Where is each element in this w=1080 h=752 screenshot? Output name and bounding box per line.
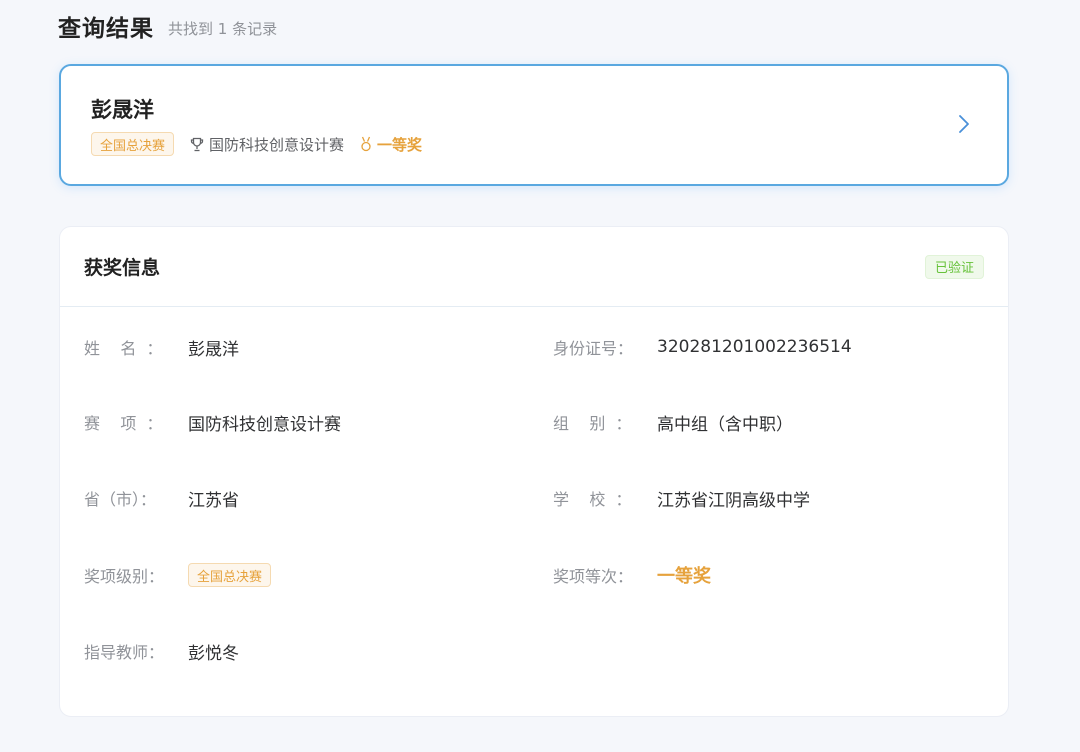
field-value: 彭晟洋 — [188, 339, 239, 360]
field-label: 赛 项 ： — [84, 414, 163, 433]
field-name: 姓 名 ： 彭晟洋 — [84, 332, 239, 362]
level-tag: 全国总决赛 — [91, 132, 175, 156]
field-label: 身份证号： — [553, 339, 634, 358]
field-group: 组 别 ： 高中组（含中职） — [553, 407, 793, 437]
competition-item: 国防科技创意设计赛 — [190, 134, 344, 155]
field-value: 高中组（含中职） — [657, 414, 793, 435]
award-rank-value: 一等奖 — [657, 566, 711, 587]
field-value: 江苏省 — [188, 490, 239, 511]
award-info-card: 获奖信息 已验证 姓 名 ： 彭晟洋 身份证号： 320281201002236… — [59, 226, 1009, 717]
field-label: 学 校 ： — [553, 490, 632, 509]
medal-icon — [360, 136, 372, 152]
award-name: 一等奖 — [377, 135, 423, 154]
field-value: 国防科技创意设计赛 — [188, 414, 341, 435]
field-province: 省（市）： 江苏省 — [84, 483, 239, 513]
field-label: 奖项等次： — [553, 567, 634, 586]
field-award-rank: 奖项等次： 一等奖 — [553, 560, 711, 590]
result-name: 彭晟洋 — [91, 98, 154, 122]
result-meta: 全国总决赛 国防科技创意设计赛 一等奖 — [91, 132, 422, 156]
result-card[interactable]: 彭晟洋 全国总决赛 国防科技创意设计赛 一等奖 — [59, 64, 1009, 186]
trophy-icon — [190, 137, 204, 152]
field-value: 320281201002236514 — [657, 337, 852, 357]
field-label: 指导教师： — [84, 643, 165, 662]
award-info-header: 获奖信息 已验证 — [60, 227, 1008, 307]
field-value: 彭悦冬 — [188, 643, 239, 664]
field-label: 省（市）： — [84, 490, 157, 509]
award-level-tag: 全国总决赛 — [188, 563, 272, 587]
page-title: 查询结果 — [58, 16, 154, 42]
field-teacher: 指导教师： 彭悦冬 — [84, 636, 239, 666]
verified-badge: 已验证 — [924, 254, 984, 279]
chevron-right-icon[interactable] — [957, 113, 971, 135]
field-label: 组 别 ： — [553, 414, 632, 433]
field-value: 江苏省江阴高级中学 — [657, 490, 810, 511]
competition-name: 国防科技创意设计赛 — [209, 135, 345, 154]
award-item: 一等奖 — [360, 134, 422, 155]
page: 查询结果 共找到 1 条记录 彭晟洋 全国总决赛 国防科技创意设计赛 一等奖 获… — [0, 0, 1080, 752]
field-event: 赛 项 ： 国防科技创意设计赛 — [84, 407, 341, 437]
award-info-title: 获奖信息 — [84, 257, 161, 279]
results-header: 查询结果 共找到 1 条记录 — [58, 8, 277, 44]
field-school: 学 校 ： 江苏省江阴高级中学 — [553, 483, 810, 513]
field-label: 姓 名 ： — [84, 339, 163, 358]
results-count: 共找到 1 条记录 — [168, 19, 278, 38]
field-label: 奖项级别： — [84, 567, 165, 586]
field-award-level: 奖项级别： 全国总决赛 — [84, 560, 272, 590]
field-id-number: 身份证号： 320281201002236514 — [553, 332, 852, 362]
